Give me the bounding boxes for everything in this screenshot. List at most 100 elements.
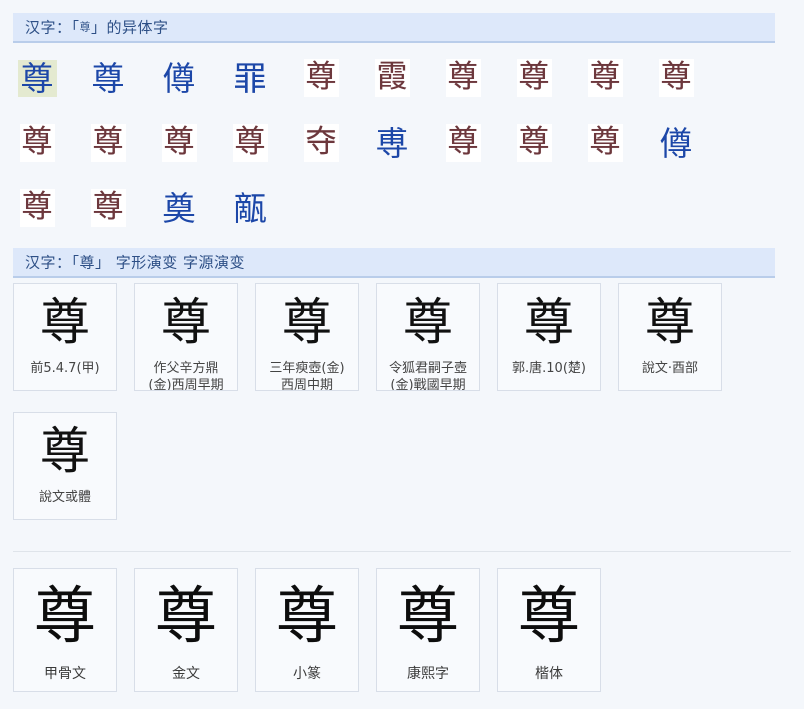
evolution-card-sublabel: (金)西周早期 xyxy=(148,378,224,391)
evolution-glyph: 尊 xyxy=(524,293,574,351)
variant-glyph[interactable]: 奠 xyxy=(160,190,199,227)
variant-glyph[interactable]: 尊 xyxy=(303,59,339,97)
variants-header-char: 尊 xyxy=(79,20,92,34)
variant-glyph[interactable]: 尊 xyxy=(161,124,197,162)
section-divider xyxy=(13,551,791,552)
variant-cell[interactable]: 尊 xyxy=(84,50,132,106)
evolution-card-label: 令狐君嗣子壺 xyxy=(388,361,467,376)
variant-glyph[interactable]: 夺 xyxy=(303,124,339,162)
variant-cell[interactable]: 僔 xyxy=(652,115,700,171)
variant-glyph[interactable]: 尊 xyxy=(90,189,126,227)
script-style-card[interactable]: 尊金文 xyxy=(134,568,238,692)
variant-glyph[interactable]: 尊 xyxy=(445,59,481,97)
variant-cell[interactable]: 尊 xyxy=(13,180,61,236)
variant-character-grid: 尊尊僔罪尊霞尊尊尊尊尊尊尊尊夺尃尊尊尊僔尊尊奠甋 xyxy=(13,50,791,245)
variant-cell[interactable]: 罪 xyxy=(226,50,274,106)
evolution-card-sublabel: 西周中期 xyxy=(280,378,333,391)
script-style-label: 楷体 xyxy=(535,666,563,682)
evolution-card[interactable]: 尊說文或體 xyxy=(13,412,117,520)
variant-cell[interactable]: 尊 xyxy=(84,180,132,236)
evolution-card-label: 郭.唐.10(楚) xyxy=(512,361,586,376)
variant-glyph[interactable]: 尊 xyxy=(445,124,481,162)
variant-cell[interactable]: 尃 xyxy=(368,115,416,171)
variant-row: 尊尊奠甋 xyxy=(13,180,791,245)
evolution-section-header: 汉字：「尊」 字形演变 字源演变 xyxy=(13,248,775,278)
script-style-card[interactable]: 尊康熙字 xyxy=(376,568,480,692)
variant-glyph[interactable]: 罪 xyxy=(231,60,270,97)
evolution-card-label: 說文·酉部 xyxy=(641,361,699,376)
variant-glyph[interactable]: 尊 xyxy=(19,124,55,162)
variant-cell[interactable]: 甋 xyxy=(226,180,274,236)
script-style-label: 甲骨文 xyxy=(44,666,86,682)
variant-cell[interactable]: 僔 xyxy=(155,50,203,106)
variant-cell[interactable]: 尊 xyxy=(439,50,487,106)
evolution-card[interactable]: 尊說文·酉部 xyxy=(618,283,722,391)
variants-section-header: 汉字：「尊」的异体字 xyxy=(13,13,775,43)
evolution-card[interactable]: 尊令狐君嗣子壺 (金)戰國早期 xyxy=(376,283,480,391)
script-style-glyph: 尊 xyxy=(154,579,217,652)
variant-glyph[interactable]: 尊 xyxy=(19,189,55,227)
variant-glyph-selected[interactable]: 尊 xyxy=(17,59,57,97)
script-style-glyph: 尊 xyxy=(396,579,459,652)
variant-glyph[interactable]: 尊 xyxy=(516,124,552,162)
variant-cell[interactable]: 尊 xyxy=(581,50,629,106)
script-style-label: 金文 xyxy=(172,666,200,682)
script-style-card[interactable]: 尊小篆 xyxy=(255,568,359,692)
evolution-glyph: 尊 xyxy=(282,293,332,351)
variant-glyph[interactable]: 尊 xyxy=(587,124,623,162)
variant-cell[interactable]: 尊 xyxy=(13,115,61,171)
evolution-card-label: 前5.4.7(甲) xyxy=(30,361,100,376)
variant-cell[interactable]: 奠 xyxy=(155,180,203,236)
variant-glyph[interactable]: 尊 xyxy=(658,59,694,97)
variants-header-text: 汉字：「尊」的异体字 xyxy=(25,17,169,38)
script-style-card[interactable]: 尊楷体 xyxy=(497,568,601,692)
script-style-glyph: 尊 xyxy=(517,579,580,652)
variant-row: 尊尊尊尊夺尃尊尊尊僔 xyxy=(13,115,791,180)
variant-glyph[interactable]: 尊 xyxy=(90,124,126,162)
variant-cell[interactable]: 尊 xyxy=(297,50,345,106)
evolution-card-sublabel: (金)戰國早期 xyxy=(390,378,466,391)
variant-cell[interactable]: 尊 xyxy=(439,115,487,171)
script-style-card[interactable]: 尊甲骨文 xyxy=(13,568,117,692)
evolution-card-label: 作父辛方鼎 xyxy=(153,361,219,376)
variant-glyph[interactable]: 尊 xyxy=(587,59,623,97)
evolution-card[interactable]: 尊郭.唐.10(楚) xyxy=(497,283,601,391)
variants-header-prefix: 汉字：「 xyxy=(25,18,80,37)
variant-cell[interactable]: 尊 xyxy=(510,50,558,106)
evolution-card[interactable]: 尊三年瘐壺(金) 西周中期 xyxy=(255,283,359,391)
variant-cell[interactable]: 夺 xyxy=(297,115,345,171)
variant-cell[interactable]: 尊 xyxy=(510,115,558,171)
variant-cell[interactable]: 霞 xyxy=(368,50,416,106)
variant-cell[interactable]: 尊 xyxy=(581,115,629,171)
evolution-glyph: 尊 xyxy=(403,293,453,351)
variant-glyph[interactable]: 尊 xyxy=(516,59,552,97)
script-style-glyph: 尊 xyxy=(275,579,338,652)
script-style-glyph: 尊 xyxy=(33,579,96,652)
evolution-glyph: 尊 xyxy=(645,293,695,351)
variant-glyph[interactable]: 尊 xyxy=(89,60,128,97)
evolution-card-label: 說文或體 xyxy=(38,490,91,505)
variant-cell[interactable]: 尊 xyxy=(155,115,203,171)
page-root: 汉字：「尊」的异体字 尊尊僔罪尊霞尊尊尊尊尊尊尊尊夺尃尊尊尊僔尊尊奠甋 汉字：「… xyxy=(0,0,804,709)
variant-glyph[interactable]: 僔 xyxy=(657,125,696,162)
variant-cell[interactable]: 尊 xyxy=(226,115,274,171)
variants-header-suffix: 」的异体字 xyxy=(91,18,169,37)
evolution-header-text: 汉字：「尊」 字形演变 字源演变 xyxy=(25,253,246,272)
evolution-card[interactable]: 尊前5.4.7(甲) xyxy=(13,283,117,391)
variant-glyph[interactable]: 僔 xyxy=(160,60,199,97)
variant-cell[interactable]: 尊 xyxy=(84,115,132,171)
evolution-card-label: 三年瘐壺(金) xyxy=(269,361,345,376)
evolution-glyph: 尊 xyxy=(40,422,90,480)
script-style-label: 康熙字 xyxy=(407,666,449,682)
evolution-glyph: 尊 xyxy=(40,293,90,351)
variant-row: 尊尊僔罪尊霞尊尊尊尊 xyxy=(13,50,791,115)
variant-glyph[interactable]: 尃 xyxy=(373,125,412,162)
script-style-label: 小篆 xyxy=(293,666,321,682)
variant-glyph[interactable]: 甋 xyxy=(231,190,270,227)
variant-cell[interactable]: 尊 xyxy=(13,50,61,106)
evolution-card[interactable]: 尊作父辛方鼎 (金)西周早期 xyxy=(134,283,238,391)
variant-glyph[interactable]: 尊 xyxy=(232,124,268,162)
variant-glyph[interactable]: 霞 xyxy=(374,59,410,97)
evolution-glyph: 尊 xyxy=(161,293,211,351)
variant-cell[interactable]: 尊 xyxy=(652,50,700,106)
